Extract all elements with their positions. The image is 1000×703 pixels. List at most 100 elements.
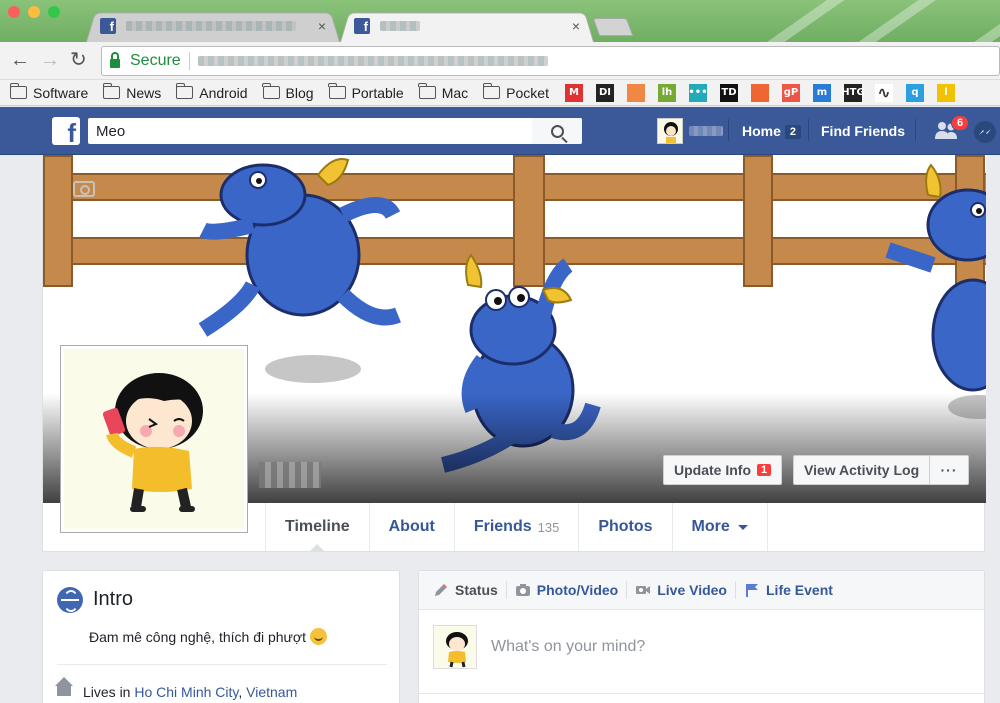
profile-header: Update Info 1 View Activity Log ··· Time…: [42, 155, 986, 552]
bookmark-m-icon[interactable]: M: [564, 83, 583, 102]
bookmark-folder-blog[interactable]: Blog: [262, 83, 314, 101]
bookmark-label: Pocket: [506, 84, 549, 101]
cartoon-avatar-illustration: [102, 373, 203, 512]
flag-icon: [746, 584, 758, 597]
zoom-window-button[interactable]: [48, 6, 60, 18]
bookmark-label: Blog: [285, 84, 314, 101]
bookmark-q-icon[interactable]: q: [905, 83, 924, 102]
home-link[interactable]: Home 2: [742, 123, 802, 139]
bookmark-orange-icon[interactable]: [750, 83, 769, 102]
profile-shortcut[interactable]: [657, 118, 723, 144]
life-event-tab[interactable]: Life Event: [744, 582, 833, 598]
folder-icon: [102, 83, 121, 99]
messenger-icon[interactable]: [974, 121, 996, 143]
home-count-badge: 2: [784, 125, 802, 139]
more-label: More: [691, 518, 730, 535]
facebook-top-bar: f Meo Home 2 Find Friends 6: [0, 107, 1000, 155]
bookmark-label: Android: [199, 84, 248, 101]
search-icon: [550, 124, 564, 138]
bookmark-lh-icon[interactable]: lh: [657, 83, 676, 102]
composer-tabs: Status Photo/Video Live Video Life Event: [419, 571, 984, 610]
folder-icon: [328, 83, 346, 99]
intro-bio: Đam mê công nghệ, thích đi phượt: [43, 628, 401, 645]
bookmark-dots-icon[interactable]: •••: [688, 83, 708, 102]
more-options-button[interactable]: ···: [929, 455, 969, 485]
bookmark-di-icon[interactable]: DI: [595, 83, 614, 102]
secure-label: Secure: [130, 52, 181, 69]
bookmark-folder-portable[interactable]: Portable: [328, 83, 404, 101]
composer-placeholder: What's on your mind?: [491, 638, 646, 655]
search-value: Meo: [96, 122, 126, 140]
tab-photos[interactable]: Photos: [578, 503, 671, 551]
bookmark-l-icon[interactable]: l: [936, 83, 955, 102]
tab-about[interactable]: About: [368, 503, 454, 551]
pencil-icon: [435, 584, 447, 596]
bookmarks-bar: Software News Android Blog Portable Mac …: [0, 80, 1000, 106]
friends-label: Friends: [473, 518, 532, 535]
tab-close-icon[interactable]: ×: [572, 18, 580, 34]
find-friends-link[interactable]: Find Friends: [821, 123, 905, 139]
bio-text: Đam mê công nghệ, thích đi phượt: [89, 629, 306, 645]
composer-input[interactable]: What's on your mind?: [433, 625, 645, 669]
minimize-window-button[interactable]: [28, 6, 40, 18]
view-activity-log-button[interactable]: View Activity Log: [793, 455, 931, 485]
search-button[interactable]: [532, 118, 582, 144]
bookmark-label: Mac: [441, 84, 469, 101]
browser-tab-1[interactable]: f ×: [86, 10, 340, 42]
intro-title: Intro: [93, 588, 134, 610]
update-info-button[interactable]: Update Info 1: [663, 455, 783, 485]
profile-name-blurred: [259, 462, 321, 488]
profile-tabs: Timeline About Friends 135 Photos More: [265, 503, 768, 552]
back-arrow-icon[interactable]: ←: [10, 50, 30, 70]
bookmark-colorful-icon[interactable]: [626, 83, 645, 102]
update-info-badge: 1: [757, 464, 772, 476]
folder-icon: [262, 83, 280, 99]
close-window-button[interactable]: [8, 6, 20, 18]
browser-tab-2[interactable]: f ×: [340, 10, 594, 42]
bookmark-m-blue-icon[interactable]: m: [812, 83, 831, 102]
url-blurred: [197, 56, 548, 66]
photo-video-tab[interactable]: Photo/Video: [515, 582, 618, 598]
bookmark-folder-pocket[interactable]: Pocket: [482, 83, 549, 101]
facebook-favicon-icon: f: [100, 18, 116, 34]
tab-friends[interactable]: Friends 135: [453, 503, 579, 551]
facebook-search-input[interactable]: Meo: [88, 118, 582, 144]
browser-titlebar: f × f ×: [0, 0, 1000, 42]
bookmark-folder-news[interactable]: News: [102, 83, 161, 101]
tab-timeline[interactable]: Timeline: [265, 503, 369, 552]
update-info-label: Update Info: [674, 462, 751, 478]
avatar: [657, 118, 683, 144]
bookmark-folder-android[interactable]: Android: [175, 83, 248, 101]
facebook-favicon-icon: f: [354, 18, 370, 34]
address-bar[interactable]: Secure: [101, 46, 1000, 76]
new-tab-button[interactable]: [592, 18, 634, 36]
lives-in: Lives in Ho Chi Minh City, Vietnam: [83, 684, 297, 700]
live-video-tab[interactable]: Live Video: [635, 582, 727, 598]
bookmark-label: Software: [33, 84, 89, 101]
bookmark-squiggle-icon[interactable]: ∿: [874, 83, 893, 102]
country-link[interactable]: Vietnam: [246, 684, 297, 700]
status-tab[interactable]: Status: [433, 582, 498, 598]
smile-emoji-icon: [310, 628, 327, 645]
bookmark-folder-mac[interactable]: Mac: [418, 83, 469, 101]
home-icon: [55, 677, 73, 696]
bookmark-gp-icon[interactable]: gP: [781, 83, 800, 102]
avatar: [433, 625, 477, 669]
camera-icon[interactable]: [73, 181, 95, 197]
bookmark-folder-software[interactable]: Software: [9, 83, 89, 101]
status-label: Status: [455, 582, 498, 598]
tab-more[interactable]: More: [671, 503, 768, 551]
facebook-logo-icon[interactable]: f: [52, 117, 80, 145]
tab-title-blurred: [380, 21, 420, 31]
bookmark-htg-icon[interactable]: HTG: [841, 83, 865, 102]
reload-icon[interactable]: ↻: [70, 50, 87, 70]
city-link[interactable]: Ho Chi Minh City: [134, 684, 238, 700]
profile-picture[interactable]: [60, 345, 248, 533]
camera-icon: [515, 584, 530, 596]
tab-close-icon[interactable]: ×: [318, 18, 326, 34]
globe-icon: [57, 587, 83, 613]
bookmark-td-icon[interactable]: TD: [719, 83, 738, 102]
chevron-down-icon: [737, 524, 748, 535]
friends-count: 135: [537, 519, 560, 535]
forward-arrow-icon[interactable]: →: [40, 50, 60, 70]
